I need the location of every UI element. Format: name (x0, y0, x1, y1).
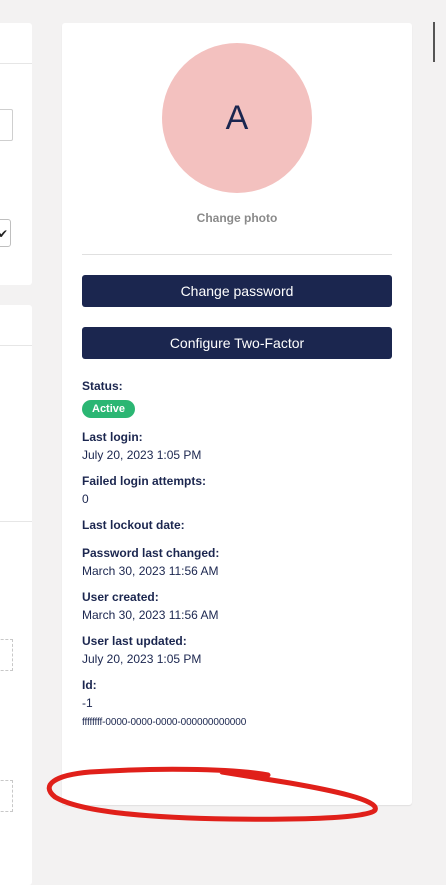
user-guid: ffffffff-0000-0000-0000-000000000000 (82, 717, 247, 728)
id-group: Id: -1 ffffffff-0000-0000-0000-000000000… (82, 678, 392, 728)
configure-two-factor-button[interactable]: Configure Two-Factor (82, 327, 392, 359)
left-panel-select[interactable]: ✔ (0, 219, 11, 247)
user-created-group: User created: March 30, 2023 11:56 AM (82, 590, 392, 622)
password-changed-label: Password last changed: (82, 546, 220, 560)
last-login-value: July 20, 2023 1:05 PM (82, 448, 202, 462)
last-lockout-label: Last lockout date: (82, 518, 185, 532)
user-created-label: User created: (82, 590, 159, 604)
failed-attempts-group: Failed login attempts: 0 (82, 474, 392, 506)
left-panel-divider (0, 345, 32, 346)
right-edge (433, 0, 446, 885)
last-lockout-group: Last lockout date: (82, 518, 392, 532)
id-label: Id: (82, 678, 97, 692)
left-panel-dropzone[interactable] (0, 639, 13, 671)
status-group: Status: Active (82, 379, 392, 418)
avatar[interactable]: A (162, 43, 312, 193)
status-label: Status: (82, 379, 123, 393)
failed-attempts-label: Failed login attempts: (82, 474, 207, 488)
left-panel-input[interactable] (0, 109, 13, 141)
user-updated-value: July 20, 2023 1:05 PM (82, 652, 202, 666)
last-login-group: Last login: July 20, 2023 1:05 PM (82, 430, 392, 462)
status-badge: Active (82, 400, 136, 418)
left-panel-divider (0, 521, 32, 522)
divider (82, 254, 392, 255)
password-changed-value: March 30, 2023 11:56 AM (82, 564, 219, 578)
user-created-value: March 30, 2023 11:56 AM (82, 608, 219, 622)
user-info-card: A Change photo Change password Configure… (62, 23, 412, 805)
left-panel-divider (0, 63, 32, 64)
left-panel-top: ✔ (0, 23, 32, 285)
left-panel-bottom (0, 305, 32, 885)
id-value: -1 (82, 696, 93, 710)
left-panel-dropzone[interactable] (0, 780, 13, 812)
change-photo-link[interactable]: Change photo (62, 211, 412, 225)
user-updated-label: User last updated: (82, 634, 187, 648)
failed-attempts-value: 0 (82, 492, 89, 506)
user-details: Status: Active Last login: July 20, 2023… (82, 379, 392, 740)
user-updated-group: User last updated: July 20, 2023 1:05 PM (82, 634, 392, 666)
password-changed-group: Password last changed: March 30, 2023 11… (82, 546, 392, 578)
last-login-label: Last login: (82, 430, 143, 444)
avatar-initial: A (225, 98, 249, 137)
scrollbar[interactable] (433, 22, 435, 62)
change-password-button[interactable]: Change password (82, 275, 392, 307)
